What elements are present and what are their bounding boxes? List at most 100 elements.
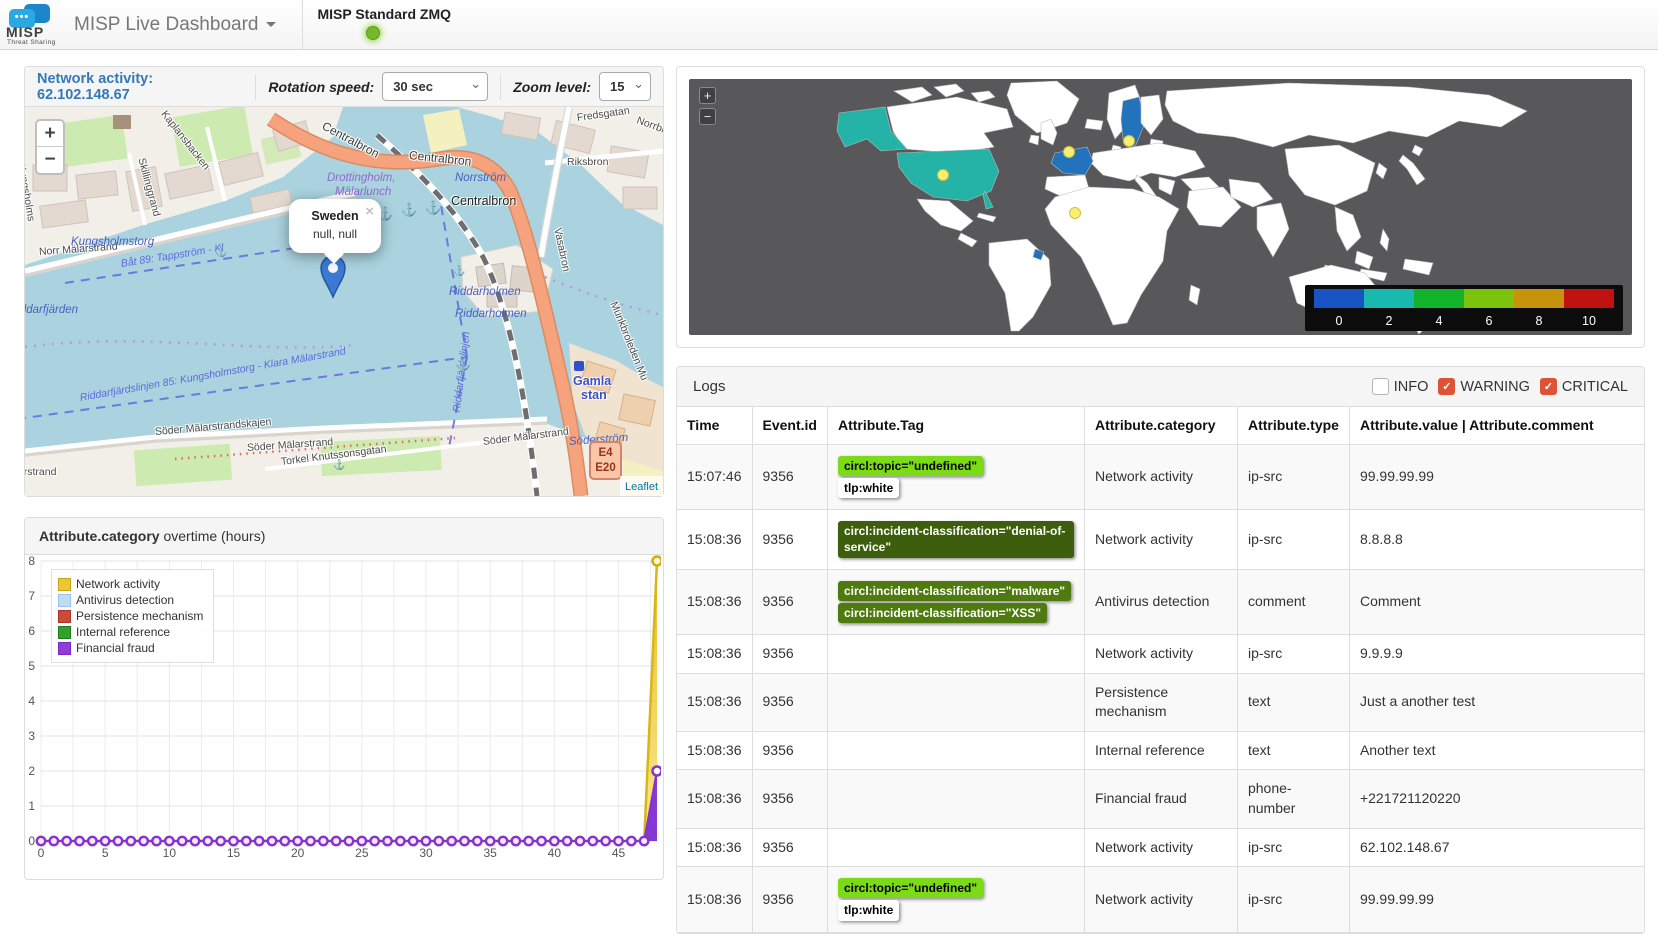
log-row: 15:08:369356circl:incident-classificatio… (677, 569, 1644, 634)
legend-tick: 0 (1336, 314, 1343, 328)
log-tags (827, 731, 1084, 770)
leaflet-link[interactable]: Leaflet (625, 481, 658, 493)
svg-text:15: 15 (227, 846, 241, 860)
svg-text:5: 5 (28, 659, 35, 673)
rotation-speed-select[interactable]: 30 sec (382, 72, 488, 101)
misp-logo[interactable]: ••• MISP Threat Sharing (0, 0, 62, 49)
attribute-tag: circl:topic="undefined" (838, 456, 983, 476)
legend-tick: 4 (1436, 314, 1443, 328)
world-zoom-control: + − (699, 87, 716, 129)
world-map[interactable]: 0246810 (689, 79, 1632, 335)
checkbox-critical[interactable]: ✓ (1540, 378, 1557, 395)
legend-item: Persistence mechanism (58, 609, 203, 623)
filter-critical[interactable]: ✓CRITICAL (1540, 378, 1628, 395)
column-header: Event.id (752, 407, 827, 444)
chart-area: 012345678051015202530354045 Network acti… (25, 555, 663, 879)
log-category: Network activity (1084, 635, 1237, 674)
log-time: 15:08:36 (677, 770, 752, 828)
log-row: 15:08:369356Internal referencetextAnothe… (677, 731, 1644, 770)
world-map-legend: 0246810 (1305, 285, 1623, 331)
log-row: 15:07:469356circl:topic="undefined"tlp:w… (677, 444, 1644, 509)
map-label: Skillinggrand (136, 157, 162, 218)
world-zoom-in-button[interactable]: + (699, 87, 716, 104)
filter-label: INFO (1394, 379, 1429, 395)
dashboard-dropdown[interactable]: MISP Live Dashboard (62, 0, 294, 49)
map-label: Centralbron (320, 120, 381, 160)
map-label: stan (581, 389, 607, 402)
log-row: 15:08:369356Network activityip-src9.9.9.… (677, 635, 1644, 674)
network-activity-panel: Network activity: 62.102.148.67 Rotation… (24, 66, 664, 497)
log-row: 15:08:369356circl:incident-classificatio… (677, 510, 1644, 569)
legend-tick: 8 (1536, 314, 1543, 328)
filter-warning[interactable]: ✓WARNING (1438, 378, 1530, 395)
road-sign-e4: E4 (591, 446, 620, 461)
logs-title: Logs (693, 378, 1372, 395)
log-category: Internal reference (1084, 731, 1237, 770)
attribute-category-chart-panel: Attribute.category overtime (hours) 0123… (24, 517, 664, 880)
legend-label: Antivirus detection (76, 593, 174, 607)
zoom-level-label: Zoom level: (513, 79, 591, 95)
logs-panel-header: Logs INFO ✓WARNING ✓CRITICAL (677, 367, 1644, 407)
column-header: Time (677, 407, 752, 444)
map-label: Söder Mälarstrand (482, 427, 569, 448)
network-activity-title: Network activity: 62.102.148.67 (37, 71, 243, 103)
log-time: 15:08:36 (677, 510, 752, 569)
world-zoom-out-button[interactable]: − (699, 108, 716, 125)
legend-label: Persistence mechanism (76, 609, 203, 623)
map-label: Norrbro (635, 115, 663, 137)
legend-item: Financial fraud (58, 641, 203, 655)
legend-label: Financial fraud (76, 641, 155, 655)
map-label: Drottingholm, (327, 173, 395, 185)
map-label: Riddarholmen (449, 287, 521, 299)
map-label: Söder Mälarstrandskajen (155, 417, 272, 438)
log-type: text (1237, 731, 1349, 770)
svg-text:20: 20 (291, 846, 305, 860)
column-header: Attribute.value | Attribute.comment (1349, 407, 1644, 444)
event-marker (1124, 136, 1135, 147)
log-time: 15:08:36 (677, 731, 752, 770)
leaflet-map[interactable]: Norr MälarstrandKungsholmsSkillinggrandK… (25, 107, 663, 496)
map-zoom-control: + − (35, 119, 65, 175)
log-category: Network activity (1084, 867, 1237, 932)
attribute-tag: circl:incident-classification="denial-of… (838, 521, 1074, 557)
zoom-out-button[interactable]: − (37, 147, 63, 173)
log-value: Just a another test (1349, 673, 1644, 731)
logs-header-row: TimeEvent.idAttribute.TagAttribute.categ… (677, 407, 1644, 444)
log-time: 15:08:36 (677, 828, 752, 867)
legend-label: Internal reference (76, 625, 170, 639)
legend-tick: 2 (1386, 314, 1393, 328)
column-header: Attribute.type (1237, 407, 1349, 444)
filter-info[interactable]: INFO (1372, 378, 1429, 395)
svg-text:6: 6 (28, 624, 35, 638)
map-labels: Norr MälarstrandKungsholmsSkillinggrandK… (25, 107, 663, 496)
log-time: 15:08:36 (677, 867, 752, 932)
zoom-level-select[interactable]: 15 (599, 72, 651, 101)
log-category: Network activity (1084, 828, 1237, 867)
map-label: Centralbron (408, 149, 472, 167)
network-panel-header: Network activity: 62.102.148.67 Rotation… (25, 67, 663, 107)
log-event-id: 9356 (752, 828, 827, 867)
map-label: ⚓ (333, 461, 345, 471)
log-tags (827, 635, 1084, 674)
map-attribution: Leaflet (620, 476, 663, 496)
map-label: Centralbron (451, 195, 516, 208)
zoom-level-control: Zoom level: 15 ⌄ (500, 74, 651, 100)
zoom-in-button[interactable]: + (37, 121, 63, 147)
log-event-id: 9356 (752, 635, 827, 674)
attribute-tag: circl:topic="undefined" (838, 878, 983, 898)
log-category: Antivirus detection (1084, 569, 1237, 634)
popup-coordinates: null, null (289, 227, 381, 241)
road-sign-e4-e20: E4 E20 (589, 441, 622, 480)
svg-text:3: 3 (28, 729, 35, 743)
chart-panel-header: Attribute.category overtime (hours) (25, 518, 663, 555)
log-event-id: 9356 (752, 444, 827, 509)
log-event-id: 9356 (752, 569, 827, 634)
checkbox-warning[interactable]: ✓ (1438, 378, 1455, 395)
checkbox-info[interactable] (1372, 378, 1389, 395)
event-marker (1070, 208, 1081, 219)
log-category: Network activity (1084, 510, 1237, 569)
svg-text:30: 30 (419, 846, 433, 860)
dashboard-title: MISP Live Dashboard (74, 14, 258, 36)
log-type: ip-src (1237, 444, 1349, 509)
popup-close-icon[interactable]: × (365, 203, 374, 220)
